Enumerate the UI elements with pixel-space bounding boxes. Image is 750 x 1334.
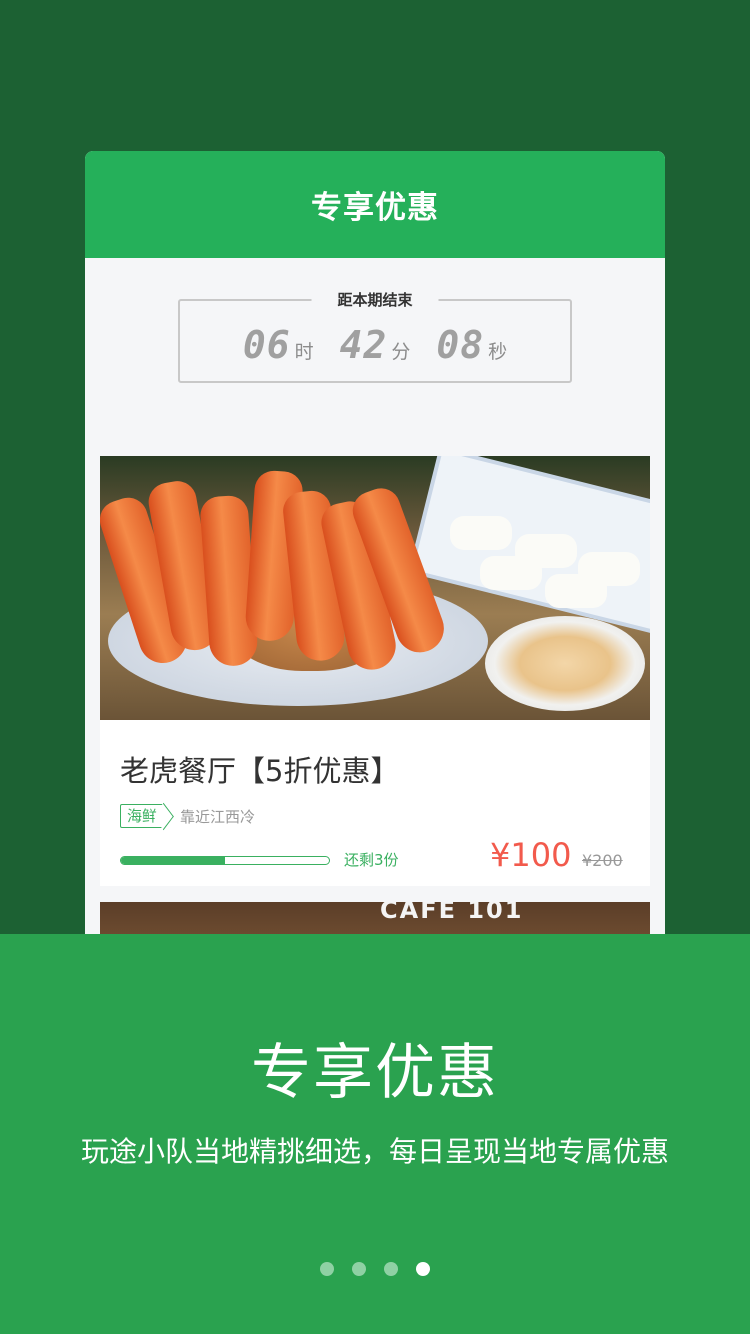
countdown-minutes: 42 bbox=[339, 323, 388, 367]
page-dot[interactable] bbox=[384, 1262, 398, 1276]
preview-card: 专享优惠 距本期结束 06 时 42 分 08 秒 老虎餐厅【5折优惠】 海鲜 … bbox=[85, 151, 665, 951]
countdown-minutes-unit: 分 bbox=[391, 341, 411, 363]
rice-roll bbox=[480, 556, 542, 590]
countdown-timer: 距本期结束 06 时 42 分 08 秒 bbox=[178, 289, 572, 383]
next-deal-sign: CAFE 101 bbox=[380, 902, 524, 924]
deal-title: 老虎餐厅【5折优惠】 bbox=[120, 754, 400, 788]
deal-price: ¥100 bbox=[490, 836, 572, 874]
dipping-sauce-bowl bbox=[485, 616, 645, 711]
stock-progress-fill bbox=[121, 857, 225, 864]
remaining-count: 还剩3份 bbox=[344, 851, 399, 869]
deal-card[interactable]: 老虎餐厅【5折优惠】 海鲜 靠近江西冷 还剩3份 ¥100 ¥200 bbox=[100, 456, 650, 886]
deal-location: 靠近江西冷 bbox=[180, 808, 256, 826]
page-dot[interactable] bbox=[416, 1262, 430, 1276]
intro-subtitle: 玩途小队当地精挑细选，每日呈现当地专属优惠 bbox=[80, 1135, 669, 1168]
page-indicator[interactable] bbox=[0, 1262, 750, 1276]
rice-roll bbox=[450, 516, 512, 550]
original-price: ¥200 bbox=[582, 851, 623, 870]
countdown-hours: 06 bbox=[242, 323, 291, 367]
deal-photo-shrimp bbox=[100, 456, 650, 720]
countdown-label: 距本期结束 bbox=[311, 289, 439, 310]
intro-panel: 专享优惠 玩途小队当地精挑细选，每日呈现当地专属优惠 bbox=[0, 934, 750, 1334]
stock-progress-bar bbox=[120, 856, 330, 865]
card-header-title: 专享优惠 bbox=[85, 151, 665, 258]
page-dot[interactable] bbox=[320, 1262, 334, 1276]
intro-title: 专享优惠 bbox=[251, 1038, 499, 1108]
category-tag: 海鲜 bbox=[120, 804, 165, 828]
page-dot[interactable] bbox=[352, 1262, 366, 1276]
rice-roll bbox=[545, 574, 607, 608]
countdown-seconds-unit: 秒 bbox=[488, 341, 508, 363]
countdown-hours-unit: 时 bbox=[294, 341, 314, 363]
countdown-seconds: 08 bbox=[436, 323, 485, 367]
